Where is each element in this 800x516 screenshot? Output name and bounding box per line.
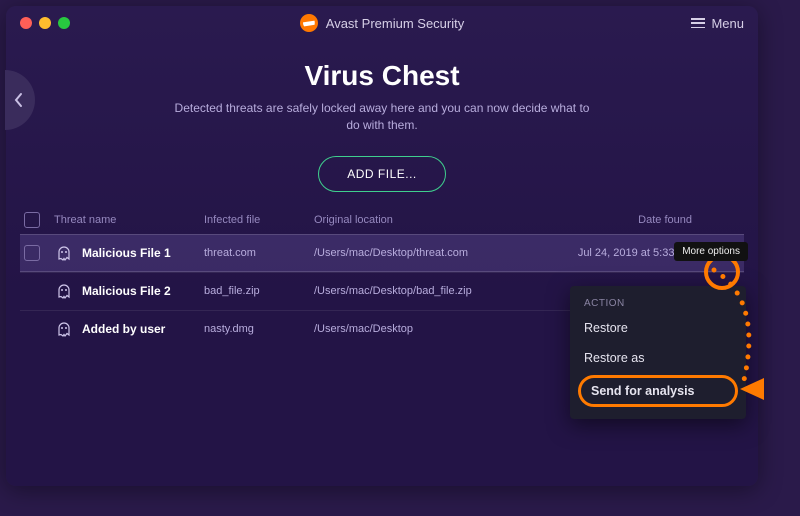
page-title: Virus Chest: [66, 60, 698, 92]
page-header: Virus Chest Detected threats are safely …: [6, 40, 758, 134]
ghost-icon: [54, 319, 74, 339]
action-dropdown: ACTION Restore Restore as Send for analy…: [570, 286, 746, 419]
col-threat-name: Threat name: [54, 214, 204, 226]
traffic-lights: [20, 17, 70, 29]
menu-label: Menu: [711, 16, 744, 31]
original-location: /Users/mac/Desktop/bad_file.zip: [314, 285, 544, 297]
app-title: Avast Premium Security: [6, 14, 758, 32]
app-title-text: Avast Premium Security: [326, 16, 464, 31]
maximize-icon[interactable]: [58, 17, 70, 29]
col-infected-file: Infected file: [204, 214, 314, 226]
dropdown-header: ACTION: [570, 292, 746, 313]
more-options-tooltip: More options: [674, 242, 748, 261]
threat-name: Added by user: [82, 322, 165, 336]
close-icon[interactable]: [20, 17, 32, 29]
col-original-location: Original location: [314, 214, 544, 226]
select-all-checkbox[interactable]: [24, 212, 40, 228]
infected-file: nasty.dmg: [204, 323, 314, 335]
ghost-icon: [54, 281, 74, 301]
ghost-icon: [54, 243, 74, 263]
dropdown-item-restore-as[interactable]: Restore as: [570, 343, 746, 373]
original-location: /Users/mac/Desktop: [314, 323, 544, 335]
dropdown-item-restore[interactable]: Restore: [570, 313, 746, 343]
chevron-left-icon: [13, 92, 23, 108]
row-checkbox[interactable]: [24, 245, 40, 261]
original-location: /Users/mac/Desktop/threat.com: [314, 247, 544, 259]
page-subtitle: Detected threats are safely locked away …: [167, 100, 597, 134]
col-date-found: Date found: [544, 214, 698, 226]
threat-name: Malicious File 1: [82, 246, 171, 260]
table-row[interactable]: Malicious File 1 threat.com /Users/mac/D…: [20, 234, 744, 272]
table-header: Threat name Infected file Original locat…: [20, 206, 744, 234]
dropdown-item-send-for-analysis[interactable]: Send for analysis: [578, 375, 738, 407]
infected-file: threat.com: [204, 247, 314, 259]
minimize-icon[interactable]: [39, 17, 51, 29]
avast-logo-icon: [300, 14, 318, 32]
app-window: Avast Premium Security Menu Virus Chest …: [6, 6, 758, 486]
infected-file: bad_file.zip: [204, 285, 314, 297]
menu-button[interactable]: Menu: [691, 16, 744, 31]
hamburger-icon: [691, 18, 705, 28]
add-file-button[interactable]: ADD FILE...: [318, 156, 446, 192]
titlebar: Avast Premium Security Menu: [6, 6, 758, 40]
threat-name: Malicious File 2: [82, 284, 171, 298]
